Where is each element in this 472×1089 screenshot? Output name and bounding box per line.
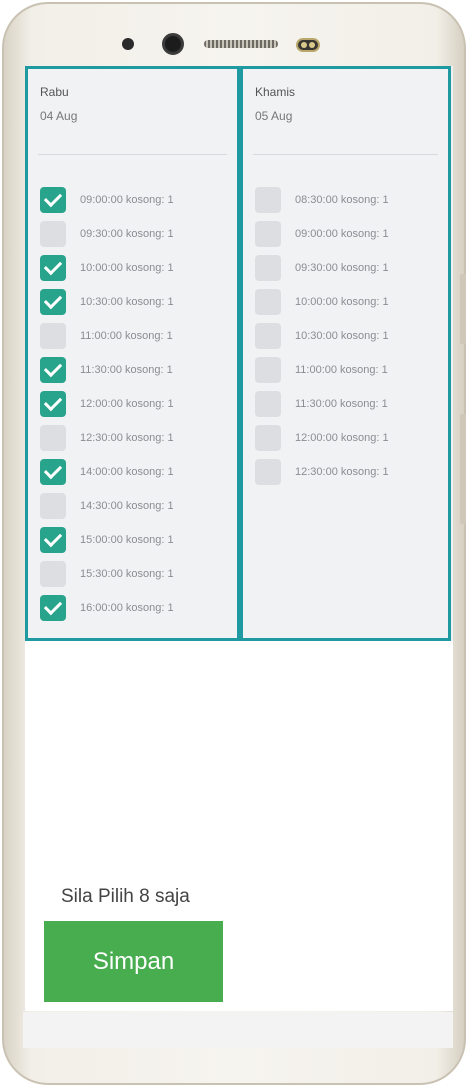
divider [38,154,227,155]
time-slot-row[interactable]: 09:00:00 kosong: 1 [255,217,389,251]
checkbox-icon[interactable] [255,391,281,417]
divider [253,154,438,155]
time-slot-row[interactable]: 14:00:00 kosong: 1 [40,455,174,489]
time-slot-label: 12:30:00 kosong: 1 [295,466,389,478]
time-slot-label: 09:30:00 kosong: 1 [295,262,389,274]
time-slot-label: 11:30:00 kosong: 1 [80,364,173,376]
checkbox-checked-icon[interactable] [40,289,66,315]
time-slot-label: 11:00:00 kosong: 1 [80,330,173,342]
checkbox-icon[interactable] [40,425,66,451]
time-slot-row[interactable]: 11:00:00 kosong: 1 [255,353,389,387]
day-name: Khamis [255,85,296,99]
front-flash-icon [296,38,320,52]
time-slot-label: 10:00:00 kosong: 1 [80,262,174,274]
time-slot-row[interactable]: 10:30:00 kosong: 1 [40,285,174,319]
time-slot-label: 09:00:00 kosong: 1 [295,228,389,240]
time-slot-row[interactable]: 10:30:00 kosong: 1 [255,319,389,353]
bottom-bar [23,1012,453,1048]
time-slot-row[interactable]: 08:30:00 kosong: 1 [255,183,389,217]
checkbox-checked-icon[interactable] [40,595,66,621]
time-slot-row[interactable]: 14:30:00 kosong: 1 [40,489,174,523]
time-slot-label: 12:00:00 kosong: 1 [80,398,174,410]
time-slot-row[interactable]: 11:00:00 kosong: 1 [40,319,174,353]
time-slot-label: 12:30:00 kosong: 1 [80,432,174,444]
checkbox-icon[interactable] [255,323,281,349]
time-slot-row[interactable]: 10:00:00 kosong: 1 [40,251,174,285]
time-slot-label: 15:30:00 kosong: 1 [80,568,174,580]
time-slot-label: 10:00:00 kosong: 1 [295,296,389,308]
time-slot-row[interactable]: 16:00:00 kosong: 1 [40,591,174,625]
time-slot-row[interactable]: 11:30:00 kosong: 1 [40,353,174,387]
slot-list: 09:00:00 kosong: 1 09:30:00 kosong: 1 10:0… [40,183,174,625]
time-slot-label: 08:30:00 kosong: 1 [295,194,389,206]
time-slot-label: 11:00:00 kosong: 1 [295,364,388,376]
selection-note: Sila Pilih 8 saja [61,886,190,907]
time-slot-label: 11:30:00 kosong: 1 [295,398,388,410]
checkbox-icon[interactable] [40,561,66,587]
checkbox-checked-icon[interactable] [40,459,66,485]
day-name: Rabu [40,85,69,99]
checkbox-icon[interactable] [255,459,281,485]
checkbox-icon[interactable] [40,323,66,349]
time-slot-row[interactable]: 10:00:00 kosong: 1 [255,285,389,319]
save-button[interactable]: Simpan [44,921,223,1002]
checkbox-checked-icon[interactable] [40,255,66,281]
time-slot-row[interactable]: 15:00:00 kosong: 1 [40,523,174,557]
schedule-grid: Rabu 04 Aug 09:00:00 kosong: 1 09:30:00 k… [25,66,453,641]
app-screen: Rabu 04 Aug 09:00:00 kosong: 1 09:30:00 k… [25,66,453,1011]
time-slot-row[interactable]: 11:30:00 kosong: 1 [255,387,389,421]
volume-button [460,274,466,344]
earpiece-speaker-icon [204,40,278,48]
time-slot-row[interactable]: 09:30:00 kosong: 1 [255,251,389,285]
checkbox-icon[interactable] [255,357,281,383]
time-slot-label: 15:00:00 kosong: 1 [80,534,174,546]
time-slot-label: 14:30:00 kosong: 1 [80,500,174,512]
power-button [460,414,466,524]
checkbox-checked-icon[interactable] [40,527,66,553]
day-date: 04 Aug [40,109,78,123]
checkbox-checked-icon[interactable] [40,187,66,213]
checkbox-icon[interactable] [40,221,66,247]
time-slot-label: 10:30:00 kosong: 1 [295,330,389,342]
slot-list: 08:30:00 kosong: 1 09:00:00 kosong: 1 09:3… [255,183,389,489]
time-slot-row[interactable]: 09:00:00 kosong: 1 [40,183,174,217]
proximity-sensor-icon [122,38,134,50]
front-camera-icon [162,33,184,55]
time-slot-label: 09:00:00 kosong: 1 [80,194,174,206]
day-column-khamis: Khamis 05 Aug 08:30:00 kosong: 1 09:00:00… [240,66,451,641]
time-slot-row[interactable]: 15:30:00 kosong: 1 [40,557,174,591]
time-slot-row[interactable]: 09:30:00 kosong: 1 [40,217,174,251]
day-date: 05 Aug [255,109,293,123]
checkbox-icon[interactable] [255,255,281,281]
checkbox-checked-icon[interactable] [40,357,66,383]
time-slot-row[interactable]: 12:00:00 kosong: 1 [40,387,174,421]
time-slot-label: 09:30:00 kosong: 1 [80,228,174,240]
time-slot-row[interactable]: 12:00:00 kosong: 1 [255,421,389,455]
time-slot-row[interactable]: 12:30:00 kosong: 1 [255,455,389,489]
time-slot-label: 12:00:00 kosong: 1 [295,432,389,444]
checkbox-icon[interactable] [255,425,281,451]
checkbox-icon[interactable] [255,187,281,213]
day-column-rabu: Rabu 04 Aug 09:00:00 kosong: 1 09:30:00 k… [25,66,240,641]
checkbox-icon[interactable] [255,221,281,247]
checkbox-icon[interactable] [255,289,281,315]
time-slot-label: 10:30:00 kosong: 1 [80,296,174,308]
checkbox-checked-icon[interactable] [40,391,66,417]
top-bezel [4,4,464,72]
time-slot-row[interactable]: 12:30:00 kosong: 1 [40,421,174,455]
checkbox-icon[interactable] [40,493,66,519]
time-slot-label: 16:00:00 kosong: 1 [80,602,174,614]
time-slot-label: 14:00:00 kosong: 1 [80,466,174,478]
